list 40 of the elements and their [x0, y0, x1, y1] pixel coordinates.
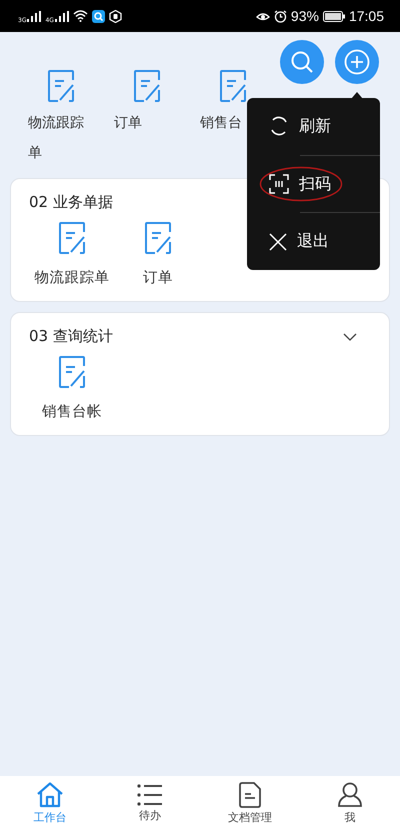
search-button[interactable]	[280, 40, 324, 84]
document-shortcut[interactable]: 订单	[115, 222, 201, 287]
refresh-icon	[269, 116, 289, 136]
battery-percentage: 93%	[290, 8, 319, 24]
alarm-icon	[274, 10, 287, 22]
add-icon	[344, 49, 370, 75]
search-icon	[290, 50, 314, 74]
person-icon	[338, 782, 362, 808]
menu-item[interactable]: 退出	[247, 213, 380, 270]
chevron-down-icon[interactable]	[343, 332, 357, 340]
tab[interactable]: 我	[300, 776, 400, 831]
document-edit-icon	[220, 70, 246, 102]
document-edit-icon	[48, 70, 74, 102]
signal-icon	[54, 10, 69, 22]
battery-icon	[322, 10, 345, 22]
document-edit-icon	[59, 356, 85, 388]
clock: 17:05	[348, 8, 384, 24]
section-title: 03 查询统计	[29, 327, 113, 346]
tab[interactable]: 工作台	[0, 776, 100, 831]
document-edit-icon	[59, 222, 85, 254]
signal-icon	[27, 10, 42, 22]
document-edit-icon	[145, 222, 171, 254]
document-shortcut[interactable]: 订单	[104, 70, 190, 168]
tab[interactable]: 文档管理	[200, 776, 300, 831]
document-shortcut[interactable]: 销售台帐	[29, 356, 115, 421]
wifi-icon	[72, 10, 88, 22]
home-icon	[36, 782, 64, 808]
scan-icon	[269, 174, 289, 194]
add-button[interactable]	[335, 40, 379, 84]
document-edit-icon	[134, 70, 160, 102]
eye-icon	[256, 10, 270, 22]
document-shortcut[interactable]: 物流跟踪单	[29, 222, 115, 287]
document-shortcut[interactable]: 物流跟踪单	[18, 70, 104, 168]
hexagon-icon	[108, 10, 122, 22]
close-icon	[269, 232, 287, 251]
document-icon	[239, 782, 261, 808]
tab[interactable]: 待办	[100, 776, 200, 831]
list-icon	[137, 784, 163, 806]
section-title: 02 业务单据	[29, 193, 113, 212]
app-notification-icon	[92, 10, 105, 22]
